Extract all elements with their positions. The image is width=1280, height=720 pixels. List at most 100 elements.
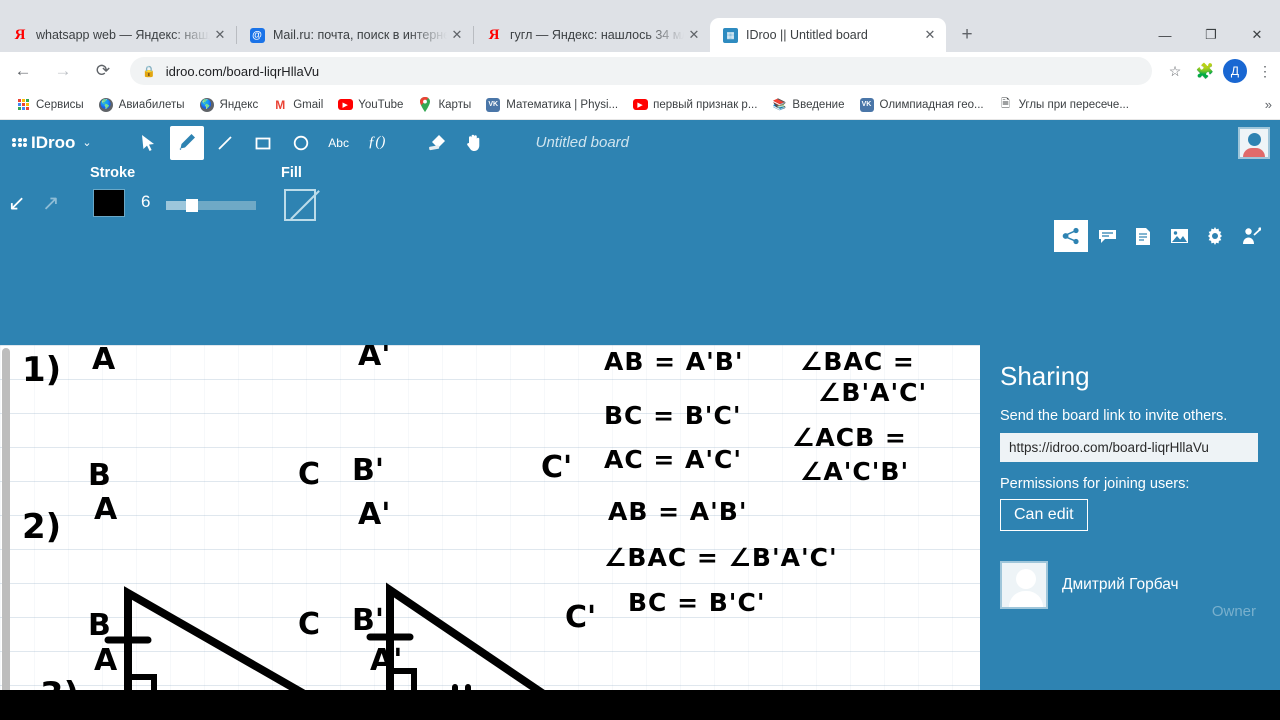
bookmark-star-icon[interactable]: ☆ — [1160, 56, 1190, 86]
bookmark-item[interactable]: Карты — [410, 93, 478, 117]
close-icon[interactable]: ✕ — [684, 25, 704, 45]
book-icon: 📚 — [772, 99, 787, 111]
text-tool[interactable]: Abc — [322, 126, 356, 160]
tab-title: гугл — Яндекс: нашлось 34 млн — [510, 28, 684, 42]
apps-grid-icon — [15, 97, 31, 113]
board-title[interactable]: Untitled board — [536, 134, 629, 151]
globe-icon: 🌎 — [199, 97, 215, 113]
avatar[interactable] — [1238, 127, 1270, 159]
browser-tab-active[interactable]: ▦ IDroo || Untitled board ✕ — [710, 18, 946, 52]
share-icon[interactable] — [1054, 220, 1088, 252]
letterbox-bottom — [0, 690, 1280, 720]
text-tool-label: Abc — [328, 135, 349, 150]
vertical-scroll-thumb[interactable] — [2, 348, 10, 713]
fill-label: Fill — [281, 165, 302, 181]
pan-tool[interactable] — [458, 126, 492, 160]
line-tool[interactable] — [208, 126, 242, 160]
select-tool[interactable] — [132, 126, 166, 160]
bookmark-item[interactable]: 📚 Введение — [764, 93, 851, 117]
browser-tab[interactable]: Я гугл — Яндекс: нашлось 34 млн ✕ — [474, 18, 710, 52]
idroo-panel-icons — [1052, 220, 1268, 252]
eraser-tool[interactable] — [420, 126, 454, 160]
maps-icon — [417, 97, 433, 113]
forward-icon[interactable]: → — [46, 54, 80, 88]
settings-gear-icon[interactable] — [1198, 220, 1232, 252]
idroo-logo[interactable]: IDroo ⌄ — [12, 133, 92, 153]
equation2-ab: AB = A'B' — [608, 497, 748, 526]
gmail-icon: M — [275, 97, 286, 112]
equation2-bc: BC = B'C' — [628, 588, 766, 617]
presenter-icon[interactable] — [1234, 220, 1268, 252]
bookmark-label: Яндекс — [219, 98, 259, 111]
equation-ac: AC = A'C' — [604, 445, 743, 474]
bookmarks-bar: Сервисы 🌎 Авиабилеты 🌎 Яндекс M Gmail ▶ … — [0, 90, 1280, 120]
bookmark-item[interactable]: 🌎 Авиабилеты — [91, 93, 192, 117]
image-icon[interactable] — [1162, 220, 1196, 252]
tab-list: Я whatsapp web — Яндекс: нашло ✕ @ Mail.… — [0, 18, 984, 52]
row-number-2: 2) — [22, 507, 62, 547]
bookmark-item[interactable]: M Gmail — [265, 93, 330, 117]
browser-tab[interactable]: Я whatsapp web — Яндекс: нашло ✕ — [0, 18, 236, 52]
stroke-label: Stroke — [90, 165, 136, 181]
bookmark-item[interactable]: ▶ YouTube — [330, 93, 410, 117]
bookmark-item[interactable]: 🌎 Яндекс — [192, 93, 266, 117]
bookmark-item[interactable]: ▶ первый признак р... — [625, 93, 764, 117]
vertex-label-a-prime-3: A' — [370, 643, 403, 678]
bookmark-label: Введение — [792, 98, 845, 111]
close-icon[interactable]: ✕ — [920, 25, 940, 45]
close-icon[interactable]: ✕ — [447, 25, 467, 45]
reload-icon[interactable]: ⟳ — [86, 54, 120, 88]
chevron-down-icon[interactable]: ⌄ — [82, 136, 91, 149]
equation-angle-bac-prime: ∠B'A'C' — [818, 378, 928, 407]
stroke-color-swatch[interactable] — [93, 189, 125, 217]
rectangle-tool[interactable] — [246, 126, 280, 160]
document-icon[interactable] — [1126, 220, 1160, 252]
drawing-tools: Abc ƒ() — [132, 125, 496, 160]
idroo-toolbar: IDroo ⌄ Abc ƒ() Untitled board — [0, 120, 1280, 165]
vertex-label-a-2: A — [94, 492, 118, 527]
vertex-label-c-1: C — [298, 457, 321, 492]
bookmark-label: YouTube — [358, 98, 404, 111]
window-controls: — ❐ ✕ — [1142, 18, 1280, 52]
bookmarks-overflow-icon[interactable]: » — [1265, 97, 1272, 112]
maximize-button[interactable]: ❐ — [1188, 18, 1234, 52]
formula-tool[interactable]: ƒ() — [360, 126, 394, 160]
fill-color-swatch[interactable] — [284, 189, 316, 221]
permissions-select[interactable]: Can edit — [1000, 499, 1088, 531]
back-icon[interactable]: ← — [6, 54, 40, 88]
slider-handle[interactable] — [186, 199, 198, 212]
vertex-label-b-2: B — [88, 608, 111, 643]
sharing-title: Sharing — [1000, 361, 1090, 391]
chat-icon[interactable] — [1090, 220, 1124, 252]
bookmark-item[interactable]: Сервисы — [8, 93, 91, 117]
navigation-bar: ← → ⟳ 🔒 idroo.com/board-liqrHllaVu ☆ 🧩 Д… — [0, 52, 1280, 90]
address-bar[interactable]: 🔒 idroo.com/board-liqrHllaVu — [130, 57, 1152, 85]
undo-icon[interactable]: ↙ — [8, 191, 26, 216]
ellipse-tool[interactable] — [284, 126, 318, 160]
vertex-label-c-prime-2: C' — [565, 600, 597, 635]
browser-tab[interactable]: @ Mail.ru: почта, поиск в интерне ✕ — [237, 18, 473, 52]
sharing-subtitle: Send the board link to invite others. — [1000, 408, 1228, 424]
avatar-head — [1247, 133, 1261, 146]
extensions-icon[interactable]: 🧩 — [1190, 56, 1220, 86]
pencil-tool[interactable] — [169, 125, 204, 160]
bookmark-item[interactable]: VK Олимпиадная гео... — [852, 93, 991, 117]
whiteboard-canvas[interactable]: 1) A B C A' B' C' 2) A B C A' B' C' 3) A… — [0, 345, 980, 720]
minimize-button[interactable]: — — [1142, 18, 1188, 52]
stroke-width-slider[interactable] — [166, 199, 256, 212]
close-icon[interactable]: ✕ — [210, 25, 230, 45]
new-tab-button[interactable]: + — [950, 18, 984, 52]
avatar-head — [1016, 569, 1036, 589]
bookmark-item[interactable]: 🗎 Углы при пересече... — [991, 93, 1136, 117]
bookmark-item[interactable]: VK Математика | Physi... — [478, 93, 625, 117]
chrome-menu-icon[interactable]: ⋮ — [1250, 56, 1280, 86]
tab-strip-drag-area[interactable] — [0, 0, 1280, 18]
bookmark-label: Карты — [438, 98, 472, 111]
redo-icon[interactable]: ↗ — [42, 191, 60, 216]
browser-window: Я whatsapp web — Яндекс: нашло ✕ @ Mail.… — [0, 0, 1280, 720]
profile-avatar[interactable]: Д — [1223, 59, 1247, 83]
url-text: idroo.com/board-liqrHllaVu — [165, 63, 320, 79]
vk-icon: VK — [859, 97, 875, 113]
close-window-button[interactable]: ✕ — [1234, 18, 1280, 52]
board-link-input[interactable]: https://idroo.com/board-liqrHllaVu — [1000, 433, 1258, 462]
